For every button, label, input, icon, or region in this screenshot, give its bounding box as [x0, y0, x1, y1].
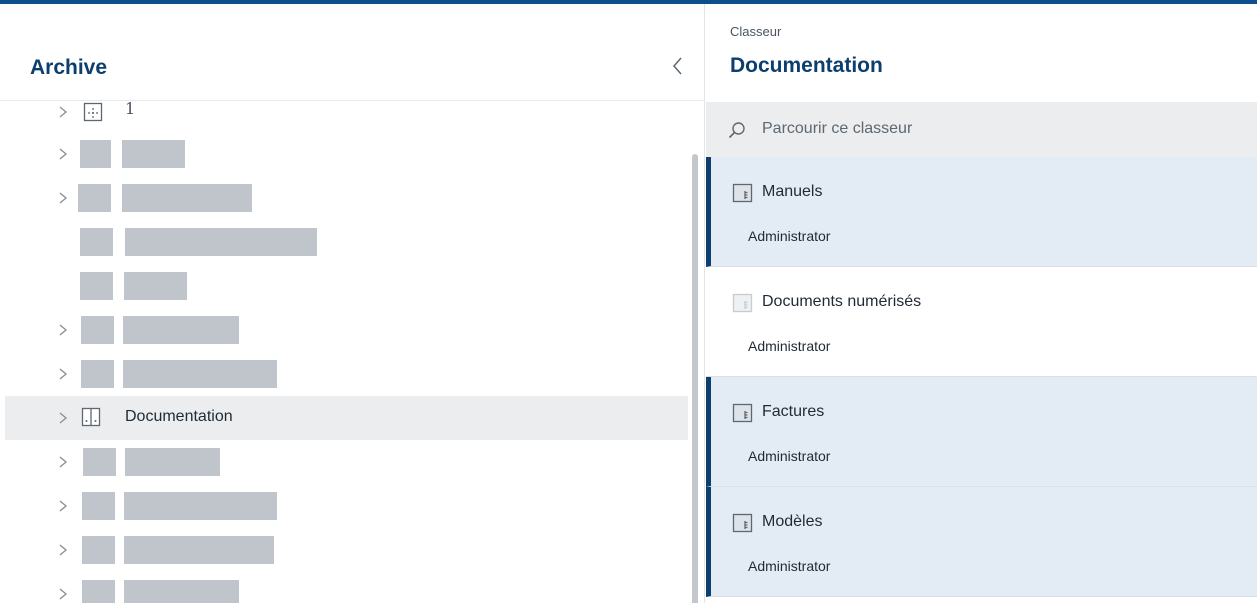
tree-scrollbar[interactable]	[692, 154, 698, 603]
redacted-icon	[82, 536, 115, 564]
redacted-label	[124, 536, 274, 564]
redacted-icon	[82, 492, 115, 520]
chevron-right-icon[interactable]	[56, 190, 70, 206]
redacted-icon	[80, 272, 113, 300]
redacted-label	[124, 580, 239, 603]
archive-panel: Archive 1 Documentation	[0, 4, 705, 603]
chevron-right-icon[interactable]	[56, 586, 70, 602]
tree-item-label: Documentation	[125, 408, 233, 425]
panel-title: Archive	[30, 56, 108, 79]
tree-item[interactable]: 1	[0, 90, 688, 134]
tree-item[interactable]	[0, 220, 688, 264]
page-title: Documentation	[730, 54, 883, 77]
register-owner: Administrator	[748, 558, 831, 574]
chevron-right-icon[interactable]	[56, 542, 70, 558]
register-card-modeles[interactable]: Modèles Administrator	[706, 487, 1257, 597]
redacted-icon	[81, 360, 114, 388]
breadcrumb: Classeur	[730, 24, 782, 39]
chevron-right-icon[interactable]	[56, 322, 70, 338]
redacted-icon	[78, 184, 111, 212]
redacted-icon	[82, 580, 115, 603]
chevron-right-icon[interactable]	[56, 366, 70, 382]
tree-item[interactable]	[0, 484, 688, 528]
tree-item[interactable]	[0, 352, 688, 396]
redacted-icon	[81, 316, 114, 344]
register-icon	[732, 513, 753, 533]
tree-item[interactable]	[0, 440, 688, 484]
tree-item[interactable]	[0, 308, 688, 352]
archive-header: Archive	[0, 4, 704, 101]
binder-panel: Classeur Documentation Parcourir ce clas…	[706, 4, 1257, 603]
redacted-icon	[80, 228, 113, 256]
search-field[interactable]: Parcourir ce classeur	[706, 102, 1257, 157]
chevron-right-icon[interactable]	[56, 146, 70, 162]
redacted-label	[122, 184, 252, 212]
collapse-panel-button[interactable]	[668, 54, 688, 78]
chevron-left-icon	[673, 57, 682, 75]
redacted-label	[122, 140, 185, 168]
chevron-right-icon[interactable]	[56, 498, 70, 514]
tree-item[interactable]	[0, 264, 688, 308]
register-card-manuels[interactable]: Manuels Administrator	[706, 157, 1257, 267]
search-placeholder: Parcourir ce classeur	[762, 120, 913, 137]
tree-item[interactable]	[0, 572, 688, 603]
redacted-label	[125, 448, 220, 476]
tree-item[interactable]	[0, 176, 688, 220]
chevron-right-icon[interactable]	[56, 410, 70, 426]
tree-item[interactable]	[0, 528, 688, 572]
redacted-label	[124, 272, 187, 300]
register-name: Modèles	[762, 513, 823, 530]
tree-item-label: 1	[125, 99, 136, 118]
search-icon	[728, 122, 745, 139]
register-owner: Administrator	[748, 448, 831, 464]
binder-icon	[81, 407, 101, 427]
register-card-documents-numerises[interactable]: Documents numérisés Administrator	[706, 267, 1257, 377]
register-owner: Administrator	[748, 228, 831, 244]
register-name: Manuels	[762, 183, 823, 200]
chevron-right-icon[interactable]	[56, 454, 70, 470]
binder-icon	[83, 102, 103, 122]
tree-item-documentation[interactable]: Documentation	[5, 396, 688, 440]
tree-item[interactable]	[0, 132, 688, 176]
redacted-icon	[80, 140, 111, 168]
redacted-label	[123, 360, 277, 388]
register-icon	[732, 183, 753, 203]
redacted-label	[124, 492, 277, 520]
register-icon	[732, 403, 753, 423]
redacted-label	[125, 228, 317, 256]
register-owner: Administrator	[748, 338, 831, 354]
register-card-factures[interactable]: Factures Administrator	[706, 377, 1257, 487]
redacted-icon	[83, 448, 116, 476]
chevron-right-icon[interactable]	[56, 104, 70, 120]
register-name: Documents numérisés	[762, 293, 922, 310]
redacted-label	[123, 316, 239, 344]
register-name: Factures	[762, 403, 825, 420]
archive-tree: 1 Documentation	[0, 99, 704, 603]
register-icon	[732, 293, 753, 313]
